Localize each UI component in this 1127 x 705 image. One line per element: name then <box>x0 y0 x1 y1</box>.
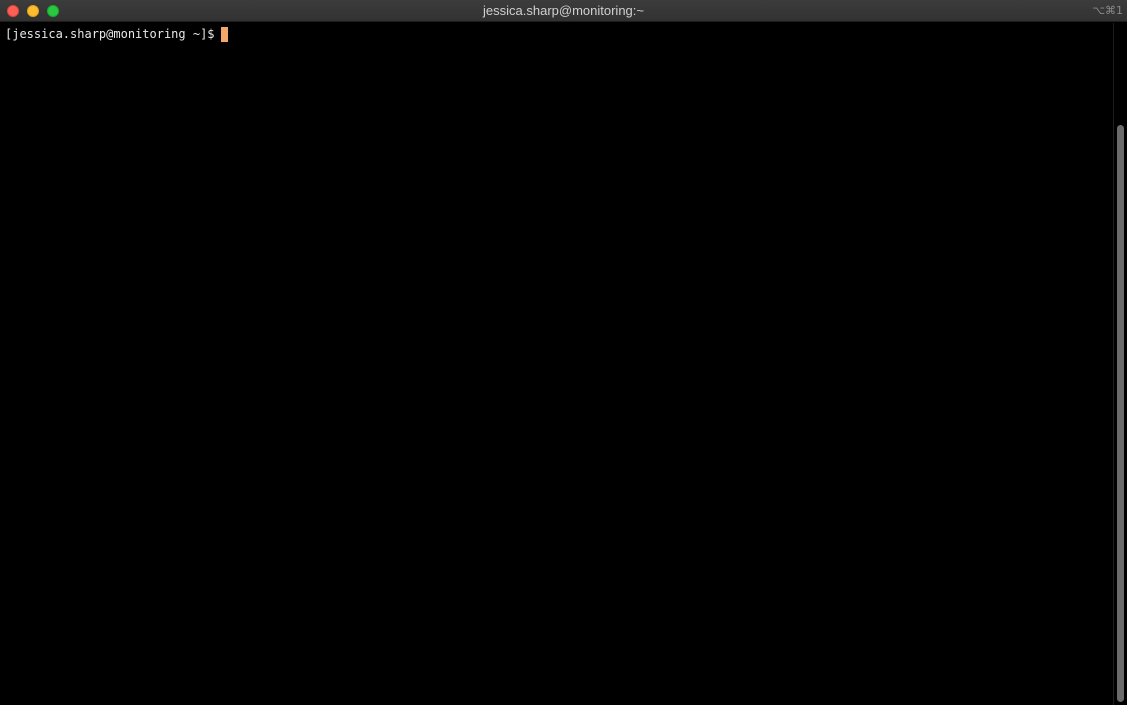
text-cursor <box>220 26 228 42</box>
terminal-window: jessica.sharp@monitoring:~ ⌥⌘1 [jessica.… <box>0 0 1127 705</box>
vertical-scrollbar[interactable] <box>1113 23 1127 705</box>
terminal-content[interactable]: [jessica.sharp@monitoring ~]$ <box>0 23 1113 705</box>
window-title: jessica.sharp@monitoring:~ <box>483 3 644 18</box>
shell-prompt: [jessica.sharp@monitoring ~]$ <box>5 27 215 41</box>
prompt-line: [jessica.sharp@monitoring ~]$ <box>5 26 228 42</box>
scrollbar-thumb[interactable] <box>1117 125 1124 702</box>
window-shortcut: ⌥⌘1 <box>1092 4 1123 17</box>
title-bar[interactable]: jessica.sharp@monitoring:~ ⌥⌘1 <box>0 0 1127 22</box>
